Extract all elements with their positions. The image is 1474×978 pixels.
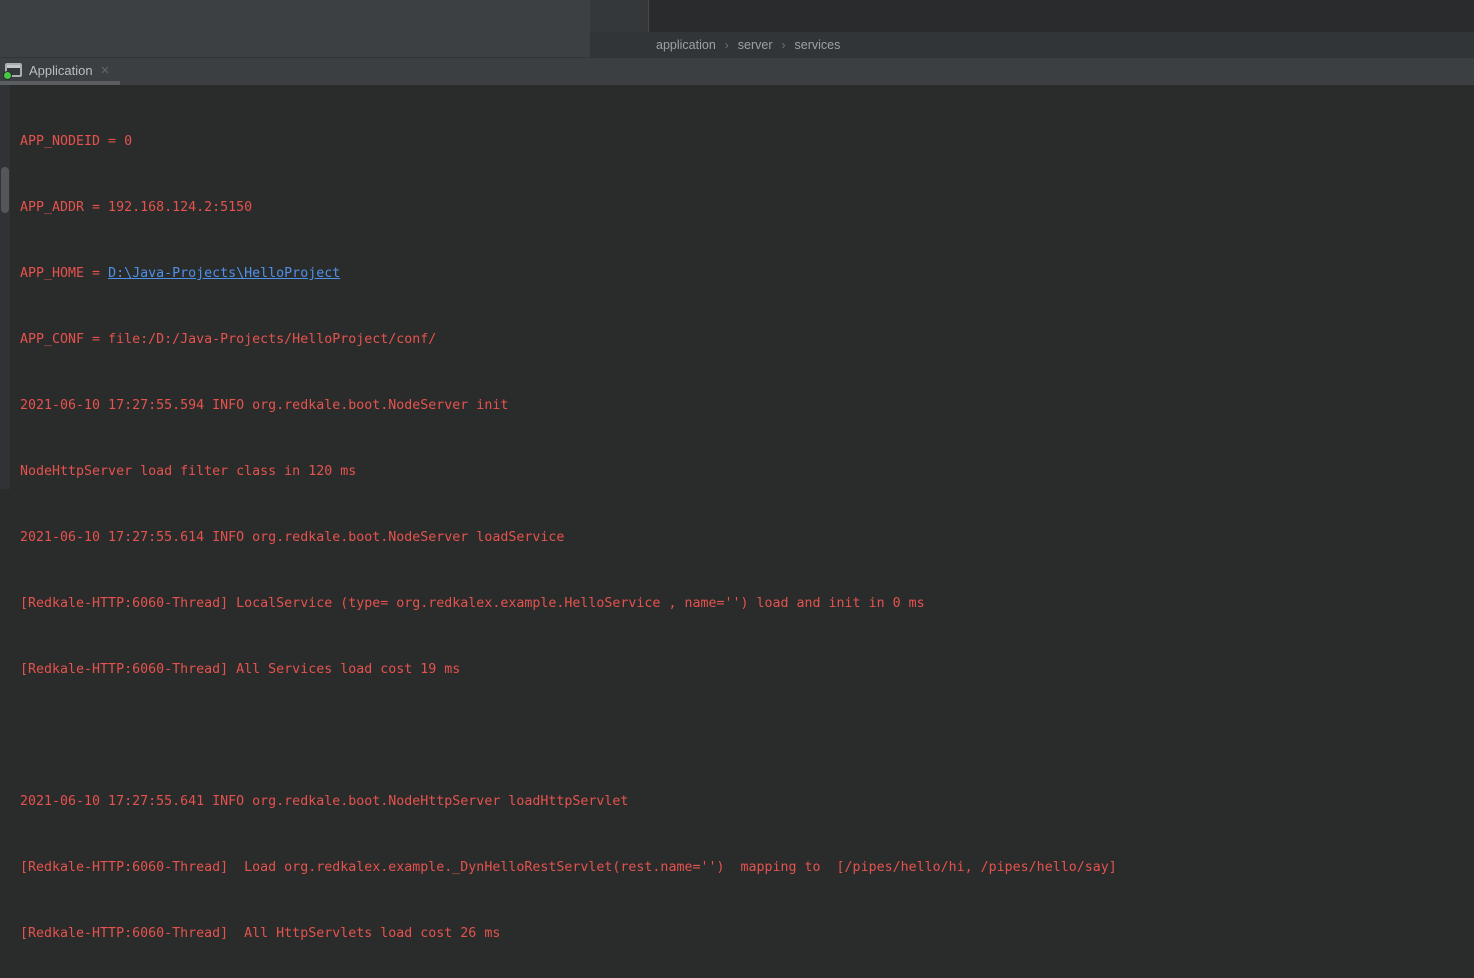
breadcrumb-item-services[interactable]: services (795, 38, 841, 52)
console-lines: APP_NODEID = 0 APP_ADDR = 192.168.124.2:… (20, 87, 1325, 978)
chevron-right-icon: › (725, 38, 729, 52)
tool-window-panel (0, 0, 590, 57)
editor-gutter-strip (590, 0, 648, 32)
file-path-link[interactable]: D:\Java-Projects\HelloProject (108, 266, 340, 281)
console-line (20, 725, 1325, 747)
breadcrumb-item-server[interactable]: server (738, 38, 773, 52)
breadcrumb: application › server › services (590, 32, 1474, 57)
tab-application[interactable]: Application × (0, 58, 109, 82)
console-scrollbar-track[interactable] (0, 85, 10, 489)
run-tool-window-tab-bar: Application × (0, 57, 1474, 85)
console-scrollbar-thumb[interactable] (1, 167, 9, 213)
running-indicator-dot (3, 71, 12, 80)
console-line-prefix: APP_HOME = (20, 266, 108, 281)
console-line: APP_NODEID = 0 (20, 131, 1325, 153)
editor-area (590, 0, 1474, 32)
ide-window: application › server › services Applicat… (0, 0, 1474, 489)
close-icon[interactable]: × (101, 63, 110, 78)
console-line: APP_HOME = D:\Java-Projects\HelloProject (20, 263, 1325, 285)
console-line: [Redkale-HTTP:6060-Thread] All HttpServl… (20, 923, 1325, 945)
console-line: 2021-06-10 17:27:55.641 INFO org.redkale… (20, 791, 1325, 813)
console-line: APP_ADDR = 192.168.124.2:5150 (20, 197, 1325, 219)
console-line: NodeHttpServer load filter class in 120 … (20, 461, 1325, 483)
console-line: [Redkale-HTTP:6060-Thread] LocalService … (20, 593, 1325, 615)
console-line: 2021-06-10 17:27:55.594 INFO org.redkale… (20, 395, 1325, 417)
chevron-right-icon: › (782, 38, 786, 52)
console-line: APP_CONF = file:/D:/Java-Projects/HelloP… (20, 329, 1325, 351)
tab-label: Application (29, 63, 93, 78)
editor-split-divider (648, 0, 649, 32)
console-line: [Redkale-HTTP:6060-Thread] Load org.redk… (20, 857, 1325, 879)
console-output[interactable]: APP_NODEID = 0 APP_ADDR = 192.168.124.2:… (0, 85, 1474, 489)
console-line: [Redkale-HTTP:6060-Thread] All Services … (20, 659, 1325, 681)
breadcrumb-item-application[interactable]: application (656, 38, 716, 52)
console-icon-titlebar (7, 65, 20, 68)
console-line: 2021-06-10 17:27:55.614 INFO org.redkale… (20, 527, 1325, 549)
run-console-icon (5, 63, 22, 77)
